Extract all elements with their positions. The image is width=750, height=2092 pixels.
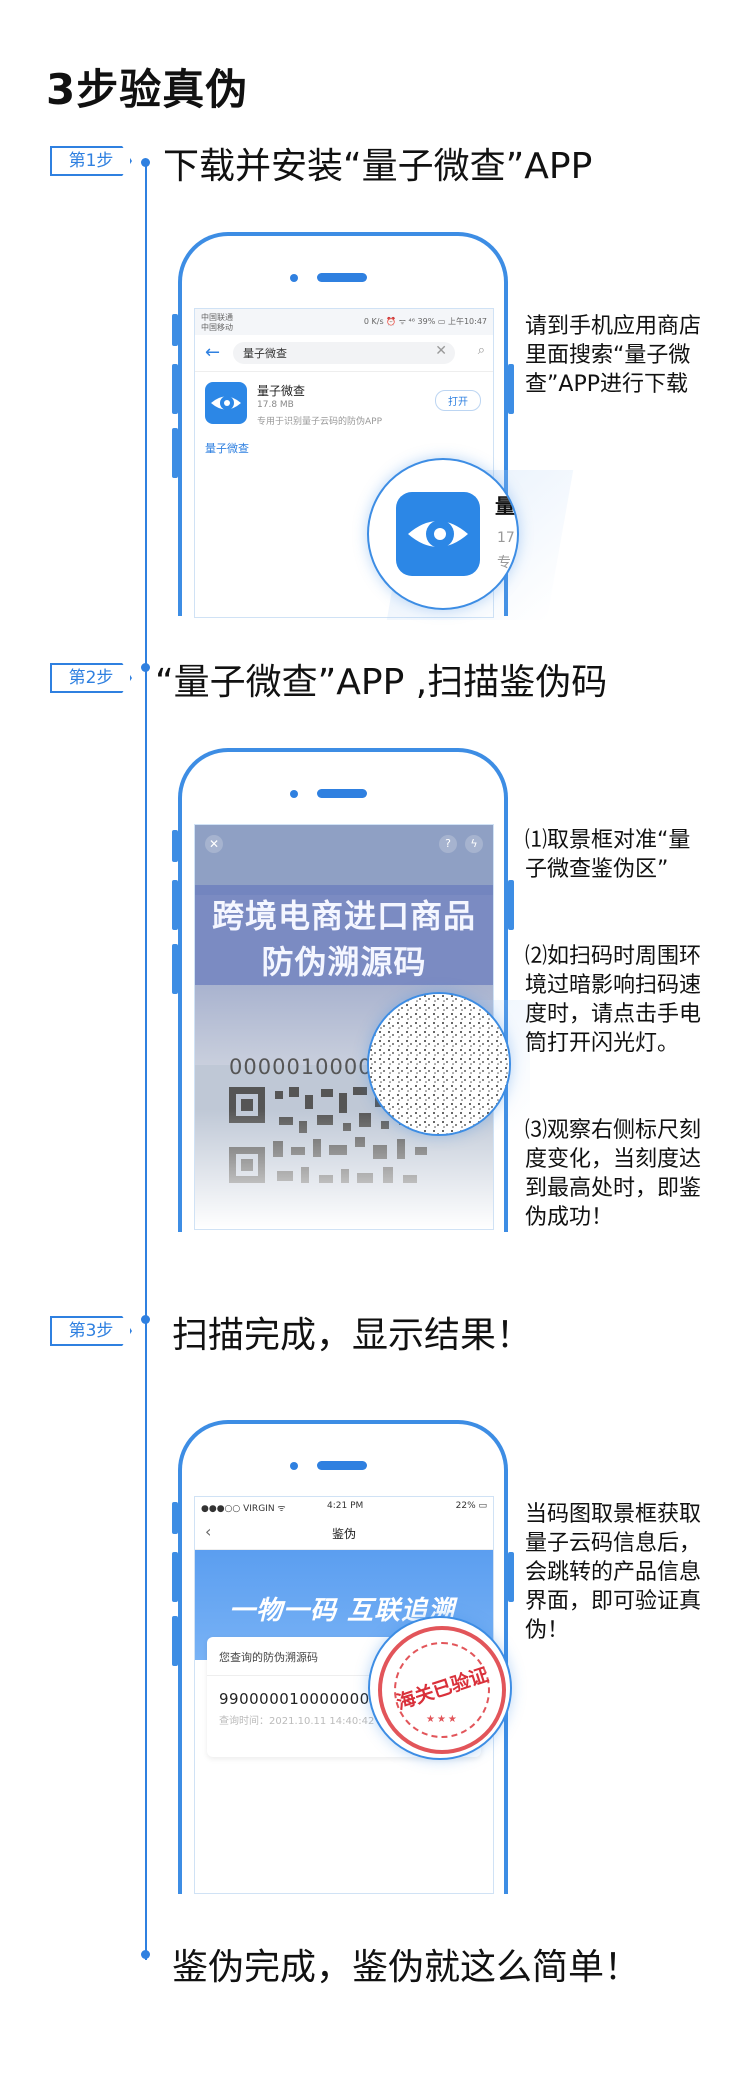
banner: 跨境电商进口商品 防伪溯源码	[195, 885, 493, 985]
banner-line-2: 防伪溯源码	[261, 943, 427, 981]
speaker-icon	[317, 1461, 367, 1470]
page-title: 3步验真伪	[46, 65, 249, 114]
step-2-description-2: ⑵如扫码时周围环境过暗影响扫码速度时，请点击手电筒打开闪光灯。	[525, 944, 702, 1056]
app-size: 17.8 MB	[257, 400, 294, 410]
app-list-item[interactable]: 量子微查 17.8 MB 专用于识别量子云码的防伪APP 打开	[195, 372, 493, 434]
phone-side-button	[172, 428, 178, 478]
phone-side-button	[172, 1502, 178, 1534]
camera-icon	[290, 274, 298, 282]
open-button[interactable]: 打开	[435, 390, 481, 411]
zoomed-app-name: 量	[495, 494, 515, 518]
step-2-description-3: ⑶观察右侧标尺刻度变化，当刻度达到最高处时，即鉴伪成功！	[525, 1118, 702, 1230]
search-input-value: 量子微查	[243, 347, 287, 360]
step-2-magnifier	[367, 992, 511, 1136]
close-icon[interactable]: ✕	[205, 835, 223, 853]
timeline-dot	[141, 1950, 150, 1959]
banner-line-1: 跨境电商进口商品	[211, 897, 476, 935]
help-icon[interactable]: ?	[439, 835, 457, 853]
camera-icon	[290, 1462, 298, 1470]
step-3-title: 扫描完成，显示结果！	[172, 1315, 533, 1356]
step-2-description-1: ⑴取景框对准“量子微查鉴伪区”	[525, 828, 691, 882]
zoomed-app-desc: 专	[497, 555, 511, 571]
step-3-description: 当码图取景框获取量子云码信息后，会跳转的产品信息界面，即可验证真伪！	[525, 1502, 702, 1643]
step-2-badge: 第2步	[50, 663, 132, 693]
phone-side-button	[172, 944, 178, 994]
app-description: 专用于识别量子云码的防伪APP	[257, 417, 383, 427]
phone-side-button	[172, 1616, 178, 1666]
camera-icon	[290, 790, 298, 798]
zoomed-app-icon	[396, 492, 480, 576]
phone-side-button	[172, 1552, 178, 1602]
app-icon	[205, 382, 247, 424]
speaker-icon	[317, 789, 367, 798]
final-text: 鉴伪完成，鉴伪就这么简单！	[172, 1947, 641, 1988]
step-1-description: 请到手机应用商店里面搜索“量子微查”APP进行下载	[525, 314, 702, 397]
phone-side-button	[172, 364, 178, 414]
customs-stamp: 海关已验证 ★★★	[378, 1626, 506, 1754]
status-carrier-2: 中国移动	[201, 323, 233, 332]
phone-side-button	[172, 830, 178, 862]
timeline-line	[145, 160, 147, 1960]
step-3-magnifier: 海关已验证 ★★★	[368, 1616, 512, 1760]
screen-fade	[195, 1773, 493, 1893]
timeline-dot	[141, 663, 150, 672]
back-arrow-icon[interactable]: ←	[205, 342, 220, 363]
search-input[interactable]: 量子微查 ✕	[233, 342, 455, 364]
status-right: 0 K/s ⏰ ᯤ ⁴⁶ 39% ▭ 上午10:47	[363, 317, 487, 326]
step-2-phone: ✕ ? ϟ 跨境电商进口商品 防伪溯源码 0000010000	[172, 748, 514, 1232]
stamp-stars-icon: ★★★	[426, 1714, 459, 1725]
code-number: 0000010000	[229, 1055, 373, 1079]
eye-logo-icon	[408, 520, 468, 548]
step-1-title: 下载并安装“量子微查”APP	[163, 146, 593, 187]
step-2-title: “量子微查”APP ,扫描鉴伪码	[155, 662, 608, 703]
speaker-icon	[317, 273, 367, 282]
phone-side-button	[172, 314, 178, 346]
clear-icon[interactable]: ✕	[435, 343, 447, 359]
step-3-badge: 第3步	[50, 1316, 132, 1346]
step-1-badge: 第1步	[50, 146, 132, 176]
step-1-magnifier: 量 17 专	[367, 458, 519, 610]
zoomed-app-size: 17	[497, 530, 515, 546]
dot-code-pattern-icon	[369, 994, 509, 1134]
phone-side-button	[508, 364, 514, 414]
timeline-dot	[141, 158, 150, 167]
eye-logo-icon	[211, 396, 241, 410]
status-carrier: ●●●○○ VIRGIN ᯤ	[201, 1504, 286, 1514]
phone-side-button	[508, 1552, 514, 1602]
flashlight-icon[interactable]: ϟ	[465, 835, 483, 853]
nav-title: 鉴伪	[331, 1527, 356, 1541]
app-name: 量子微查	[257, 384, 306, 398]
search-icon[interactable]: ⌕	[478, 343, 485, 358]
timeline-dot	[141, 1315, 150, 1324]
phone-side-button	[508, 880, 514, 930]
status-time: 4:21 PM	[327, 1501, 364, 1511]
status-battery: 22% ▭	[455, 1501, 487, 1511]
phone-side-button	[172, 880, 178, 930]
